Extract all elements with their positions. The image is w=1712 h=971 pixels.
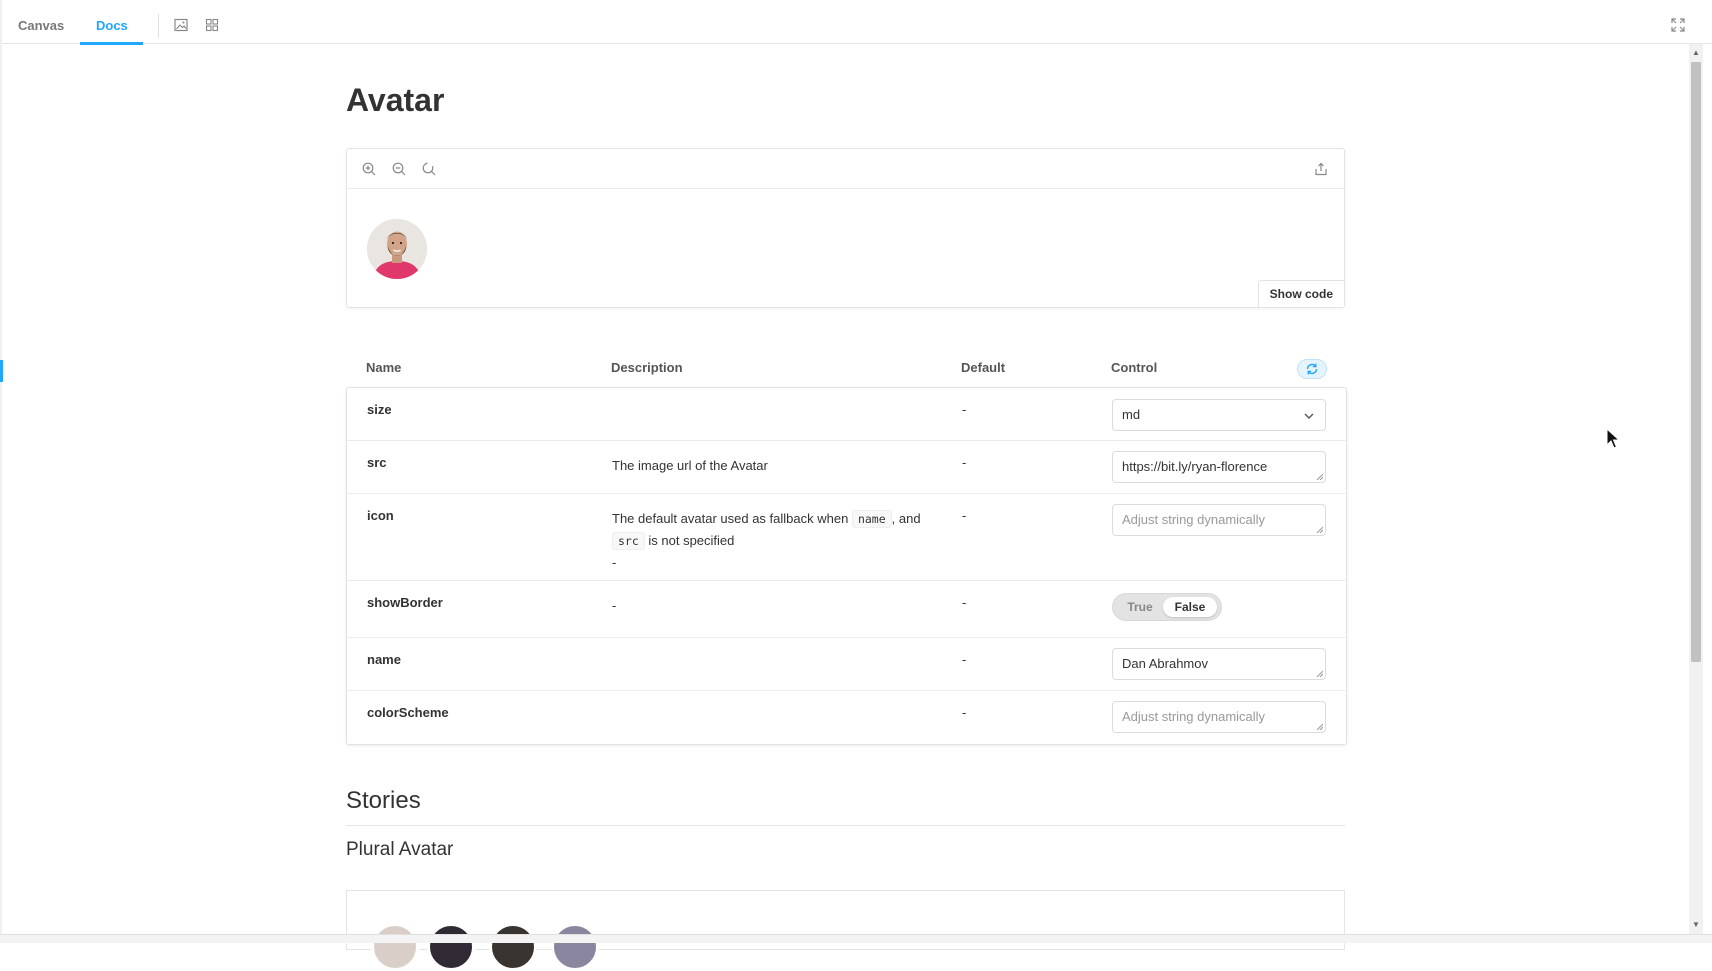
active-tab-indicator: [80, 42, 143, 45]
mouse-cursor-icon: [1606, 428, 1620, 449]
column-header-default: Default: [961, 360, 1006, 375]
zoom-in-icon[interactable]: [361, 161, 377, 177]
icon-input[interactable]: Adjust string dynamically: [1112, 504, 1326, 536]
share-icon[interactable]: [1313, 161, 1329, 177]
prop-name: showBorder: [367, 595, 443, 610]
icon-input-placeholder: Adjust string dynamically: [1122, 512, 1266, 527]
prop-description: -: [612, 598, 617, 613]
refresh-icon: [1306, 363, 1318, 375]
avatar: [427, 923, 475, 971]
preview-toolbar: [347, 149, 1344, 189]
stories-divider: [346, 825, 1345, 826]
resize-grip-icon[interactable]: [1316, 473, 1323, 480]
stories-heading: Stories: [346, 787, 421, 814]
avatar: [367, 219, 427, 279]
avatar: [489, 923, 537, 971]
show-code-button[interactable]: Show code: [1257, 280, 1344, 307]
prop-default: -: [962, 705, 967, 720]
column-header-description: Description: [611, 360, 683, 375]
page-title: Avatar: [346, 82, 445, 118]
toolbar-divider: [158, 14, 159, 38]
fullscreen-icon[interactable]: [1670, 17, 1686, 33]
toggle-option-false[interactable]: False: [1163, 597, 1217, 617]
scrollbar-thumb[interactable]: [1691, 62, 1701, 662]
size-select-value: md: [1122, 407, 1141, 422]
avatar-photo: [367, 219, 427, 279]
reset-controls-button[interactable]: [1297, 359, 1327, 379]
src-input-value: https://bit.ly/ryan-florence: [1122, 459, 1268, 474]
prop-default: -: [962, 595, 967, 610]
avatar: [371, 923, 419, 971]
chevron-down-icon: [1304, 413, 1314, 419]
description-extra: -: [612, 555, 617, 570]
resize-grip-icon[interactable]: [1316, 723, 1323, 730]
top-toolbar: Canvas Docs: [0, 0, 1712, 45]
tab-docs[interactable]: Docs: [96, 0, 128, 44]
story-title: Plural Avatar: [346, 839, 454, 860]
prop-name: colorScheme: [367, 705, 449, 720]
prop-name: name: [367, 652, 401, 667]
description-text: , and: [891, 511, 921, 526]
prop-name: src: [367, 455, 387, 470]
prop-name: size: [367, 402, 392, 417]
table-row: size - md: [347, 388, 1346, 441]
toggle-option-true[interactable]: True: [1118, 597, 1162, 617]
avatar: [551, 923, 599, 971]
color-scheme-input-placeholder: Adjust string dynamically: [1122, 709, 1266, 724]
name-input[interactable]: Dan Abrahmov: [1112, 648, 1326, 680]
zoom-out-icon[interactable]: [391, 161, 407, 177]
prop-default: -: [962, 508, 967, 523]
prop-name: icon: [367, 508, 394, 523]
show-border-toggle[interactable]: True False: [1112, 593, 1222, 621]
column-header-control: Control: [1111, 360, 1158, 375]
table-row: colorScheme - Adjust string dynamically: [347, 691, 1346, 744]
prop-default: -: [962, 402, 967, 417]
image-icon[interactable]: [173, 17, 189, 33]
table-row: icon The default avatar used as fallback…: [347, 494, 1346, 581]
prop-default: -: [962, 652, 967, 667]
story-preview: Show code: [346, 148, 1345, 308]
table-row: name - Dan Abrahmov: [347, 638, 1346, 691]
sidebar-resize-handle[interactable]: [0, 360, 3, 382]
description-text: The default avatar used as fallback when: [612, 511, 852, 526]
resize-grip-icon[interactable]: [1316, 670, 1323, 677]
prop-description: The default avatar used as fallback when…: [612, 508, 942, 573]
prop-description: The image url of the Avatar: [612, 458, 768, 473]
table-row: showBorder - - True False: [347, 581, 1346, 638]
inline-code: src: [612, 532, 645, 550]
src-input[interactable]: https://bit.ly/ryan-florence: [1112, 451, 1326, 483]
resize-grip-icon[interactable]: [1316, 526, 1323, 533]
zoom-reset-icon[interactable]: [421, 161, 437, 177]
table-row: src The image url of the Avatar - https:…: [347, 441, 1346, 494]
color-scheme-input[interactable]: Adjust string dynamically: [1112, 701, 1326, 733]
left-edge: [0, 0, 2, 942]
grid-icon[interactable]: [204, 17, 220, 33]
name-input-value: Dan Abrahmov: [1122, 656, 1208, 671]
column-header-name: Name: [366, 360, 402, 375]
prop-default: -: [962, 455, 967, 470]
size-select[interactable]: md: [1112, 399, 1326, 431]
inline-code: name: [851, 510, 892, 528]
scroll-down-icon[interactable]: ▼: [1691, 920, 1701, 930]
description-text: is not specified: [644, 533, 735, 548]
props-table: size - md src The image url of the Avata…: [346, 387, 1347, 745]
scroll-up-icon[interactable]: ▲: [1691, 48, 1701, 58]
tab-canvas[interactable]: Canvas: [18, 0, 64, 44]
